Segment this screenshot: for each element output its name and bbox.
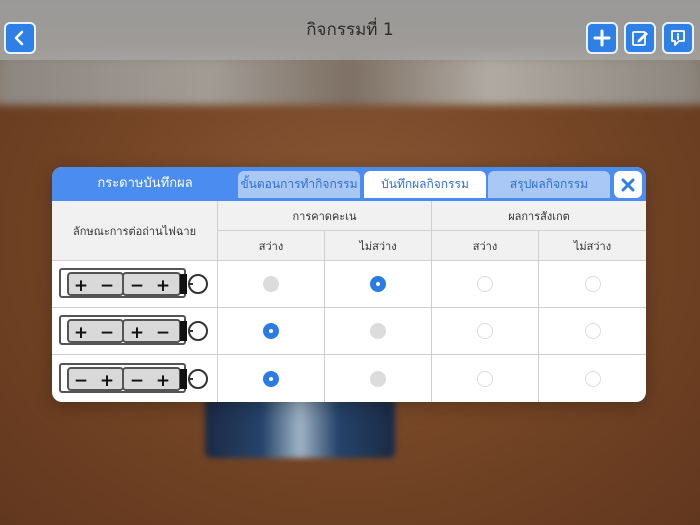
- tab-record-results[interactable]: บันทึกผลกิจกรรม: [364, 171, 486, 198]
- observation-group-header: ผลการสังเกต: [432, 201, 646, 231]
- prediction-bright-radio[interactable]: [263, 323, 279, 339]
- circuit-diagram-cell: + − − +: [52, 261, 218, 308]
- prediction-not-bright-radio[interactable]: [370, 276, 386, 292]
- cell2-left-sign: −: [129, 276, 143, 296]
- radio-cell[interactable]: [325, 261, 432, 308]
- cell2-right-sign: +: [155, 371, 169, 391]
- radio-cell[interactable]: [539, 308, 646, 355]
- prediction-group-header: การคาดคะเน: [218, 201, 432, 231]
- info-button[interactable]: [662, 22, 694, 54]
- radio-cell[interactable]: [432, 355, 539, 402]
- observation-not-bright-header: ไม่สว่าง: [539, 231, 646, 261]
- radio-cell[interactable]: [432, 308, 539, 355]
- edit-icon: [632, 31, 648, 46]
- cell1-left-sign: +: [73, 276, 87, 296]
- observation-not-bright-radio[interactable]: [584, 323, 601, 339]
- radio-cell[interactable]: [539, 261, 646, 308]
- observation-bright-header: สว่าง: [432, 231, 539, 261]
- circuit-diagram-cell: − + − +: [52, 355, 218, 402]
- tab-summary[interactable]: สรุปผลกิจกรรม: [488, 171, 610, 198]
- prediction-not-bright-radio[interactable]: [370, 370, 386, 387]
- circuit-diagram-cell: + − + −: [52, 308, 218, 355]
- cell1-right-sign: −: [99, 323, 113, 343]
- close-icon: [621, 178, 635, 191]
- prediction-bright-radio[interactable]: [263, 370, 279, 387]
- cell2-right-sign: +: [155, 276, 169, 296]
- battery-circuit-icon: − + − +: [58, 362, 208, 393]
- back-button[interactable]: [4, 22, 36, 54]
- cell1-right-sign: +: [99, 371, 113, 391]
- close-button[interactable]: [614, 171, 642, 198]
- observation-not-bright-radio[interactable]: [584, 370, 601, 387]
- radio-cell[interactable]: [432, 261, 539, 308]
- chevron-left-icon: [14, 30, 24, 46]
- result-record-dialog: กระดาษบันทึกผล ขั้นตอนการทำกิจกรรม บันทึ…: [52, 167, 646, 402]
- tab-activity-steps[interactable]: ขั้นตอนการทำกิจกรรม: [238, 171, 360, 198]
- prediction-bright-header: สว่าง: [218, 231, 325, 261]
- observation-not-bright-radio[interactable]: [584, 276, 601, 292]
- results-table: ลักษณะการต่อถ่านไฟฉาย การคาดคะเน ผลการสั…: [52, 201, 646, 402]
- cell1-right-sign: −: [99, 276, 113, 296]
- observation-bright-radio[interactable]: [477, 276, 493, 292]
- observation-bright-radio[interactable]: [477, 323, 493, 339]
- row-header-cell: ลักษณะการต่อถ่านไฟฉาย: [52, 201, 218, 261]
- observation-bright-radio[interactable]: [477, 370, 493, 387]
- plus-icon: [593, 29, 611, 47]
- battery-circuit-icon: + − + −: [58, 315, 208, 345]
- radio-cell[interactable]: [218, 261, 325, 308]
- dialog-title: กระดาษบันทึกผล: [97, 176, 193, 191]
- info-icon: [671, 30, 685, 46]
- radio-cell[interactable]: [218, 308, 325, 355]
- dialog-header: กระดาษบันทึกผล ขั้นตอนการทำกิจกรรม บันทึ…: [52, 167, 646, 201]
- prediction-not-bright-header: ไม่สว่าง: [325, 231, 432, 261]
- battery-circuit-icon: + − − +: [58, 268, 208, 298]
- background-battery-device: [205, 398, 395, 458]
- top-bar: กิจกรรมที่ 1: [0, 0, 700, 60]
- cell1-left-sign: +: [73, 323, 87, 343]
- cell1-left-sign: −: [73, 371, 87, 391]
- edit-button[interactable]: [624, 22, 656, 54]
- add-button[interactable]: [586, 22, 618, 54]
- prediction-bright-radio[interactable]: [263, 276, 279, 292]
- radio-cell[interactable]: [325, 355, 432, 402]
- prediction-not-bright-radio[interactable]: [370, 323, 386, 339]
- cell2-left-sign: −: [129, 371, 143, 391]
- radio-cell[interactable]: [539, 355, 646, 402]
- cell2-left-sign: +: [129, 323, 143, 343]
- radio-cell[interactable]: [218, 355, 325, 402]
- cell2-right-sign: −: [155, 323, 169, 343]
- radio-cell[interactable]: [325, 308, 432, 355]
